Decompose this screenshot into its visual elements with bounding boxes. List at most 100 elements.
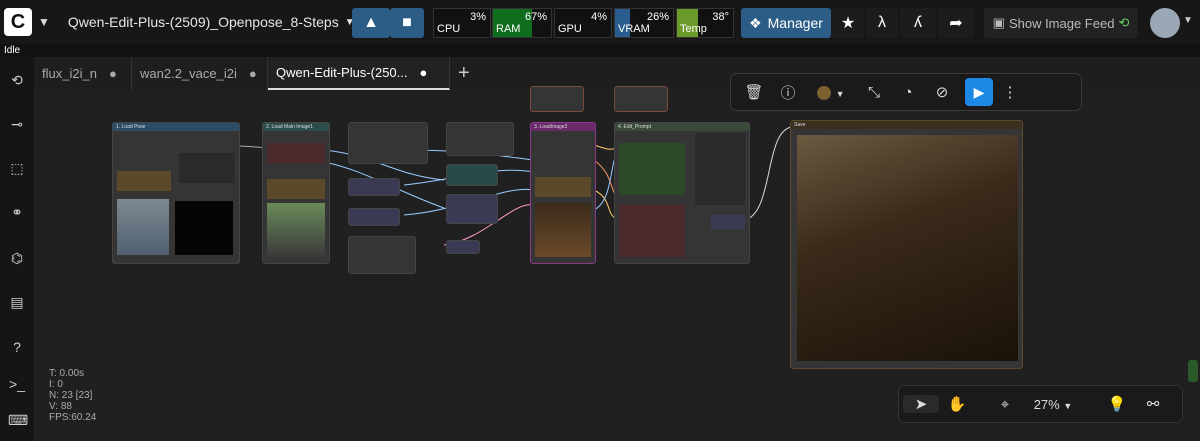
terminal-icon[interactable]: >_ xyxy=(8,375,26,393)
thumbnail-rabbit xyxy=(267,203,325,257)
workflow-title-text: Qwen-Edit-Plus-(2509)_Openpose_8-Steps xyxy=(67,14,339,30)
node-save-image[interactable]: Save xyxy=(790,120,1023,369)
node-title: 4. Edit_Prompt xyxy=(615,123,749,131)
node-group-f[interactable] xyxy=(446,164,498,186)
tab-label: flux_i2i_n xyxy=(42,66,97,81)
render-stats: T: 0.00s I: 0 N: 23 [23] V: 88 FPS:60.24 xyxy=(49,368,96,423)
output-image-rabbit-magician xyxy=(797,135,1018,361)
node-field[interactable] xyxy=(267,179,325,199)
node-field[interactable] xyxy=(267,143,325,163)
gpu-meter: GPU 4% xyxy=(554,8,612,38)
stat-fps: FPS:60.24 xyxy=(49,412,97,423)
node-field[interactable] xyxy=(179,153,235,183)
more-options-icon[interactable]: ⋮ xyxy=(993,83,1027,101)
chevron-down-icon: ▼ xyxy=(1063,400,1073,411)
keyboard-icon[interactable]: ⌨ xyxy=(8,411,28,429)
stat-i: I: 0 xyxy=(49,379,63,390)
delete-icon[interactable]: 🗑 xyxy=(737,83,771,101)
positive-prompt-field[interactable] xyxy=(619,143,685,195)
node-field[interactable] xyxy=(711,215,745,229)
queue-icon-button[interactable]: ▲ xyxy=(352,8,390,38)
negative-prompt-field[interactable] xyxy=(619,205,685,257)
node-field[interactable] xyxy=(117,171,171,191)
node-edit-prompt[interactable]: 4. Edit_Prompt xyxy=(614,122,750,264)
puzzle-icon: ❖ xyxy=(749,14,762,31)
node-title: 3. LoadImage2 xyxy=(531,123,595,131)
unsaved-dot-icon: ● xyxy=(248,66,257,81)
lightbulb-icon[interactable]: 💡 xyxy=(1099,395,1135,413)
node-small-top-1[interactable] xyxy=(530,86,584,112)
run-selected-button[interactable]: ▶ xyxy=(965,78,993,106)
temp-meter: Temp 38° xyxy=(676,8,734,38)
color-swatch xyxy=(817,85,832,100)
templates-icon[interactable]: ▤ xyxy=(8,293,26,311)
image-feed-button[interactable]: ▣ Show Image Feed ⟲ xyxy=(984,8,1138,38)
nodes-icon[interactable]: ⬚ xyxy=(8,159,26,177)
collapse-icon[interactable]: ⤡ xyxy=(857,84,891,101)
node-group-d[interactable] xyxy=(348,236,416,274)
sidebar: ⟲ ⊸ ⬚ ⚭ ⌬ ▤ ? >_ ⌨ xyxy=(0,57,34,441)
workflow-icon[interactable]: ⚭ xyxy=(8,203,26,221)
history-icon[interactable]: ⟲ xyxy=(8,71,26,89)
status-text: Idle xyxy=(4,45,21,56)
select-cursor-icon[interactable]: ➤ xyxy=(903,395,939,413)
fit-view-icon[interactable]: ⌖ xyxy=(987,396,1023,413)
ram-label: RAM xyxy=(496,23,521,35)
zoom-value: 27% xyxy=(1033,396,1060,412)
node-load-main[interactable]: 2. Load Main Image1 xyxy=(262,122,330,264)
tab-label: Qwen-Edit-Plus-(250... xyxy=(276,65,408,80)
bookmark-icon-button[interactable]: ■ xyxy=(390,8,424,38)
node-field[interactable] xyxy=(695,133,745,205)
logo-glyph: C xyxy=(10,10,26,33)
node-group-g[interactable] xyxy=(446,194,498,224)
temp-value: 38° xyxy=(712,11,729,23)
avatar[interactable] xyxy=(1150,8,1180,38)
comfy-logo-button[interactable]: C xyxy=(4,8,32,36)
color-picker[interactable]: ▼ xyxy=(805,84,857,101)
model-tree-icon[interactable]: ⌬ xyxy=(8,249,26,267)
node-group-e[interactable] xyxy=(446,122,514,156)
lambda-icon-button[interactable]: λ xyxy=(866,8,898,38)
hand-pan-icon[interactable]: ✋ xyxy=(939,395,975,413)
bypass-icon[interactable]: ⊘ xyxy=(925,83,959,101)
manager-button[interactable]: ❖ Manager xyxy=(741,8,831,38)
thumbnail-magician xyxy=(535,203,591,257)
new-tab-button[interactable]: + xyxy=(450,57,478,90)
hide-links-icon[interactable]: ⚯ xyxy=(1135,395,1171,413)
gauge-icon[interactable]: ◔ xyxy=(891,84,925,101)
node-group-c[interactable] xyxy=(348,208,400,226)
node-group-h[interactable] xyxy=(446,240,480,254)
chevron-down-icon[interactable]: ▼ xyxy=(1183,15,1193,26)
temp-label: Temp xyxy=(680,23,707,35)
help-icon[interactable]: ? xyxy=(8,338,26,356)
canvas-controls: ➤ ✋ ⌖ 27% ▼ 💡 ⚯ xyxy=(898,385,1183,423)
node-load-pose[interactable]: 1. Load Pose xyxy=(112,122,240,264)
stat-nodes: N: 23 [23] xyxy=(49,390,93,401)
node-field[interactable] xyxy=(535,177,591,197)
gpu-value: 4% xyxy=(591,11,607,23)
tab-label: wan2.2_vace_i2i xyxy=(140,66,237,81)
node-load-image2[interactable]: 3. LoadImage2 xyxy=(530,122,596,264)
tab-qwen-edit[interactable]: Qwen-Edit-Plus-(250... ● xyxy=(268,57,450,90)
node-title: Save xyxy=(791,121,1022,129)
node-small-top-2[interactable] xyxy=(614,86,668,112)
manager-label: Manager xyxy=(767,15,823,31)
node-group-a[interactable] xyxy=(348,122,428,164)
zoom-dropdown[interactable]: 27% ▼ xyxy=(1023,397,1083,412)
node-group-b[interactable] xyxy=(348,178,400,196)
lambda-alt-icon-button[interactable]: ʎ xyxy=(900,8,936,38)
star-icon-button[interactable]: ★ xyxy=(832,8,864,38)
workflow-title[interactable]: Qwen-Edit-Plus-(2509)_Openpose_8-Steps ▼ xyxy=(68,14,355,30)
share-icon-button[interactable]: ➦ xyxy=(938,8,974,38)
info-icon[interactable]: ⓘ xyxy=(771,82,805,103)
chevron-down-icon[interactable]: ▼ xyxy=(38,15,50,29)
minimap-toggle[interactable] xyxy=(1188,360,1198,382)
status-bar: Idle xyxy=(0,44,1200,57)
cpu-meter: CPU 3% xyxy=(433,8,491,38)
ram-value: 67% xyxy=(524,11,547,23)
tab-flux-i2i[interactable]: flux_i2i_n ● xyxy=(34,57,132,90)
tab-wan-vace[interactable]: wan2.2_vace_i2i ● xyxy=(132,57,268,90)
vram-value: 26% xyxy=(646,11,669,23)
stat-v: V: 88 xyxy=(49,401,72,412)
plug-icon[interactable]: ⊸ xyxy=(8,115,26,133)
